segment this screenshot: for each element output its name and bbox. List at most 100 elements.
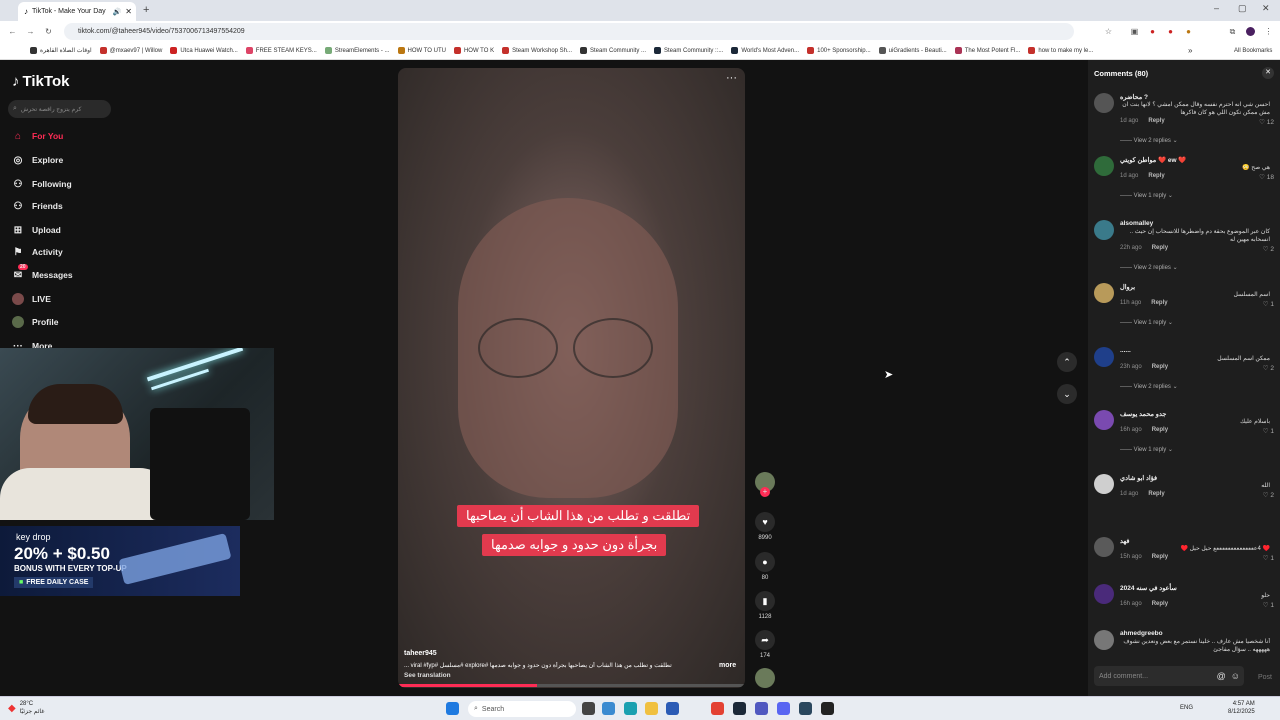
comment-like-button[interactable]: ♡ 1 [1263, 554, 1274, 562]
tiktok-logo[interactable]: ♪ TikTok [12, 73, 69, 90]
browser-tab[interactable]: ♪ TikTok - Make Your Day 🔊 ✕ [18, 2, 136, 21]
obs-icon[interactable] [821, 702, 834, 715]
post-button[interactable]: Post [1258, 674, 1272, 681]
extension-icon[interactable]: ● [1148, 27, 1157, 36]
reply-button[interactable]: Reply [1152, 364, 1168, 370]
tab-audio-icon[interactable]: 🔊 [113, 8, 122, 16]
commenter-avatar[interactable] [1094, 584, 1114, 604]
bookmark-item[interactable]: HOW TO UTU [397, 47, 446, 54]
edge-icon[interactable] [624, 702, 637, 715]
view-replies-button[interactable]: —— View 2 replies ⌄ [1120, 137, 1178, 144]
comment-like-button[interactable]: ♡ 1 [1263, 300, 1274, 308]
reply-button[interactable]: Reply [1148, 118, 1164, 124]
bookmark-item[interactable]: StreamElements - ... [324, 47, 390, 54]
maximize-button[interactable]: ▢ [1238, 3, 1247, 14]
sidebar-item-upload[interactable]: ⊞ Upload [12, 222, 61, 238]
bookmark-item[interactable]: HOW TO K [453, 47, 494, 54]
taskbar-search[interactable]: ⌕ Search [468, 701, 576, 717]
bookmark-item[interactable]: World's Most Adven... [731, 47, 799, 54]
sidebar-item-following[interactable]: ⚇ Following [12, 176, 72, 192]
sidebar-item-profile[interactable]: ● Profile [12, 314, 58, 330]
follow-plus-icon[interactable]: + [760, 487, 770, 497]
like-button[interactable]: ♥ 8990 [752, 512, 778, 541]
bookmark-item[interactable]: اوقات الصلاة القاهرة [30, 47, 92, 54]
commenter-avatar[interactable] [1094, 93, 1114, 113]
tab-close-icon[interactable]: ✕ [125, 7, 132, 16]
author-avatar[interactable]: + [752, 472, 778, 497]
bookmark-item[interactable]: @mxaev97 | Willow [99, 47, 162, 54]
comment-username[interactable]: محاضره ? [1120, 93, 1148, 101]
back-icon[interactable]: ← [8, 27, 17, 36]
comment-username[interactable]: جدو محمد يوسف [1120, 410, 1166, 418]
reply-button[interactable]: Reply [1148, 173, 1164, 179]
comment-like-button[interactable]: ♡ 18 [1259, 173, 1274, 181]
forward-icon[interactable]: → [26, 27, 35, 36]
bookmark-item[interactable]: Utca Huawei Watch... [170, 47, 238, 54]
bookmark-star-icon[interactable]: ☆ [1104, 27, 1113, 36]
weather-widget[interactable]: ◆ 28°C غائم جزئيًا [8, 700, 44, 716]
address-bar[interactable]: tiktok.com/@taheer945/video/753700671349… [64, 23, 1074, 40]
commenter-avatar[interactable] [1094, 156, 1114, 176]
commenter-avatar[interactable] [1094, 537, 1114, 557]
commenter-avatar[interactable] [1094, 283, 1114, 303]
comment-like-button[interactable]: ♡ 2 [1263, 245, 1274, 253]
minimize-button[interactable]: – [1214, 3, 1219, 13]
view-replies-button[interactable]: —— View 1 reply ⌄ [1120, 319, 1173, 326]
comment-username[interactable]: فؤاد ابو شادي [1120, 474, 1157, 482]
sidebar-item-for-you[interactable]: ⌂ For You [12, 128, 63, 144]
view-replies-button[interactable]: —— View 1 reply ⌄ [1120, 446, 1173, 453]
discord-icon[interactable] [777, 702, 790, 715]
bookmark-item[interactable]: 100+ Sponsorship... [807, 47, 871, 54]
bookmarks-overflow-icon[interactable]: » [1188, 46, 1192, 55]
all-bookmarks[interactable]: All Bookmarks [1234, 48, 1272, 54]
comment-username[interactable]: فهد [1120, 537, 1130, 545]
task-view-icon[interactable] [582, 702, 595, 715]
browser-menu-icon[interactable]: ⋮ [1264, 27, 1273, 36]
reply-button[interactable]: Reply [1152, 245, 1168, 251]
commenter-avatar[interactable] [1094, 220, 1114, 240]
see-translation[interactable]: See translation [404, 672, 451, 679]
chrome-icon[interactable] [711, 702, 724, 715]
comment-username[interactable]: مواطن كويتي ❤️ ew ❤️ [1120, 156, 1187, 164]
comment-username[interactable]: alsomalley [1120, 220, 1153, 227]
profile-avatar[interactable] [1246, 27, 1255, 36]
new-tab-button[interactable]: + [143, 4, 149, 16]
emoji-icon[interactable]: ☺ [1231, 671, 1240, 681]
video-author[interactable]: taheer945 [404, 650, 437, 657]
comment-username[interactable]: ...... [1120, 347, 1131, 354]
reply-button[interactable]: Reply [1148, 491, 1164, 497]
file-explorer-icon[interactable] [645, 702, 658, 715]
caption-more[interactable]: more [719, 662, 736, 669]
comment-like-button[interactable]: ♡ 2 [1263, 491, 1274, 499]
commenter-avatar[interactable] [1094, 347, 1114, 367]
commenter-avatar[interactable] [1094, 630, 1114, 650]
reply-button[interactable]: Reply [1152, 427, 1168, 433]
next-video-button[interactable]: ⌄ [1057, 384, 1077, 404]
sidebar-item-friends[interactable]: ⚇ Friends [12, 198, 63, 214]
reload-icon[interactable]: ↻ [44, 27, 53, 36]
comment-button[interactable]: ● 80 [752, 552, 778, 581]
close-comments-button[interactable]: ✕ [1262, 67, 1274, 79]
extension-icon[interactable]: ● [1184, 27, 1193, 36]
bookmark-item[interactable]: Steam Community ::... [654, 47, 723, 54]
view-replies-button[interactable]: —— View 2 replies ⌄ [1120, 264, 1178, 271]
comment-username[interactable]: بروال [1120, 283, 1135, 291]
extension-icon[interactable]: ● [1166, 27, 1175, 36]
video-progress-bar[interactable] [398, 684, 745, 687]
search-input[interactable]: ⌕ كرم يتزوج راقصة تحرش [8, 100, 111, 118]
bookmark-item[interactable]: how to make my le... [1028, 47, 1093, 54]
language-indicator[interactable]: ENG [1180, 705, 1193, 711]
close-window-button[interactable]: ✕ [1262, 3, 1270, 14]
reply-button[interactable]: Reply [1152, 601, 1168, 607]
video-player[interactable]: ··· تطلقت و تطلب من هذا الشاب أن يصاحبها… [398, 68, 745, 688]
video-menu-icon[interactable]: ··· [726, 72, 737, 84]
windows-start-icon[interactable] [446, 702, 459, 715]
sidebar-item-activity[interactable]: ⚑ Activity [12, 244, 63, 260]
reply-button[interactable]: Reply [1151, 300, 1167, 306]
clock[interactable]: 4:57 AM 8/12/2025 [1228, 700, 1255, 716]
comment-like-button[interactable]: ♡ 1 [1263, 601, 1274, 609]
comment-like-button[interactable]: ♡ 1 [1263, 427, 1274, 435]
teams-icon[interactable] [755, 702, 768, 715]
commenter-avatar[interactable] [1094, 410, 1114, 430]
bookmark-item[interactable]: Steam Community ... [580, 47, 646, 54]
